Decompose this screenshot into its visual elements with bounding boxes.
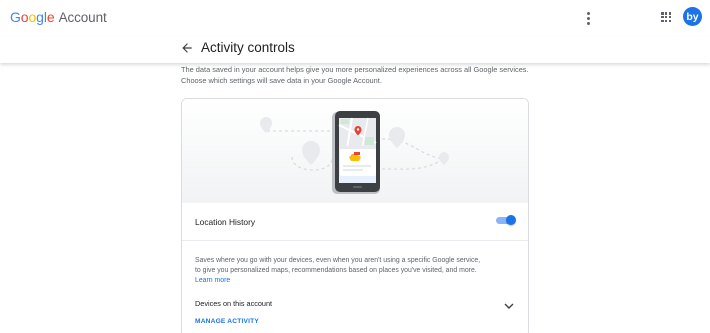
app-bar: Google Account by [0,0,710,36]
learn-more-link[interactable]: Learn more [195,277,230,284]
more-vert-icon[interactable] [580,9,596,27]
location-history-row[interactable]: Location History [182,203,528,241]
toggle-knob [506,215,516,225]
intro-text: The data saved in your account helps giv… [181,65,529,85]
apps-grid-icon[interactable] [661,12,672,23]
description-text: Saves where you go with your devices, ev… [195,257,481,274]
location-history-card: Location History Saves where you go with… [181,98,529,333]
account-avatar[interactable]: by [683,7,702,26]
manage-activity-link[interactable]: MANAGE ACTIVITY [195,318,259,325]
location-illustration [182,99,528,203]
devices-on-account-label[interactable]: Devices on this account [195,299,272,308]
location-history-description: Saves where you go with your devices, ev… [195,256,485,286]
google-wordmark: Google [10,9,55,25]
location-history-label: Location History [195,217,256,227]
location-history-toggle[interactable] [496,215,516,226]
chevron-down-icon[interactable] [504,297,514,309]
page-header: Activity controls [0,36,710,63]
google-account-logo[interactable]: Google Account [10,9,107,25]
account-wordmark: Account [58,10,107,25]
arrow-back-icon[interactable] [180,41,194,55]
page-title: Activity controls [201,40,295,55]
